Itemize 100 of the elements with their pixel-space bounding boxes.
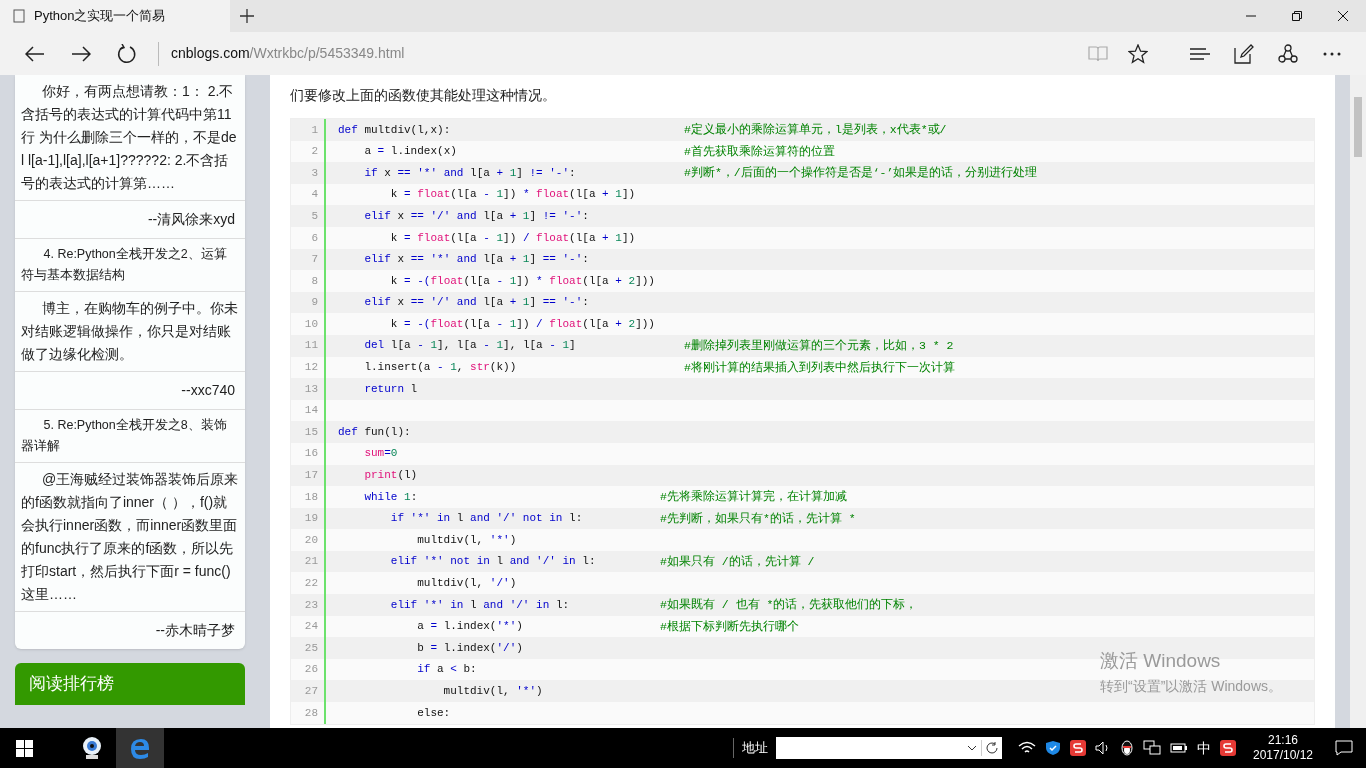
comment-text: 你好，有两点想请教：1： 2.不含括号的表达式的计算代码中第11行 为什么删除三个一样的，不是del l[a-1],l[a],l[a+1]?????2: 2.不含括号的表达式的计算第……	[20, 82, 238, 193]
code-line: print(l)	[363, 468, 419, 484]
code-line: k = -(float(l[a - 1]) / float(l[a + 2]))	[389, 316, 656, 332]
s-logo-icon[interactable]	[1220, 740, 1236, 756]
speaker-icon[interactable]	[1095, 741, 1111, 755]
comment-post-title[interactable]: 5. Re:Python全栈开发之8、装饰器详解	[15, 415, 245, 457]
line-number: 13	[303, 381, 319, 397]
code-comment: #删除掉列表里刚做运算的三个元素，比如，3 * 2	[684, 338, 954, 355]
line-number: 24	[303, 619, 319, 635]
forward-icon[interactable]	[71, 45, 91, 62]
new-tab-icon[interactable]	[240, 9, 254, 23]
activation-text: 转到“设置”以激活 Windows。	[1100, 676, 1282, 696]
line-number: 11	[303, 338, 319, 354]
line-number: 1	[310, 122, 319, 138]
refresh-icon[interactable]	[117, 43, 137, 64]
code-line: elif x == '/' and l[a + 1] == '-':	[363, 295, 590, 311]
code-comment: #根据下标判断先执行哪个	[660, 618, 799, 635]
line-number: 9	[310, 295, 319, 311]
article-paragraph: 们要修改上面的函数使其能处理这种情况。	[290, 87, 557, 106]
close-icon[interactable]	[1338, 11, 1348, 21]
address-bar[interactable]: cnblogs.com/Wxtrkbc/p/5453349.html	[171, 43, 1078, 64]
code-comment: #先将乘除运算计算完，在计算加减	[660, 489, 847, 506]
tab-title: Python之实现一个简易	[34, 7, 167, 26]
line-number: 25	[303, 640, 319, 656]
penguin-icon[interactable]	[1120, 740, 1134, 756]
code-line: multdiv(l, '/')	[416, 576, 518, 591]
line-number: 4	[310, 187, 319, 203]
comment-text: @王海贼经过装饰器装饰后原来的f函数就指向了inner（ ），f()就会执行inner函数，而inner函数里面的func执行了原来的f函数，所以先打印start，然后执行下面r = func() 这里……	[20, 470, 240, 604]
comment-author: --赤木晴子梦	[154, 621, 236, 640]
code-line: multdiv(l, '*')	[442, 684, 544, 699]
scrollbar-thumb[interactable]	[1354, 97, 1362, 157]
code-line: a = l.index('*')	[416, 619, 524, 635]
hub-icon[interactable]	[1190, 45, 1210, 62]
section-title: 阅读排行榜	[29, 673, 114, 696]
comment-text: 博主，在购物车的例子中。你未对结账逻辑做操作，你只是对结账做了边缘化检测。	[20, 299, 239, 364]
code-line: k = float(l[a - 1]) * float(l[a + 1])	[389, 187, 637, 203]
network-icon[interactable]	[1143, 740, 1161, 756]
input-method-indicator[interactable]: 中	[1197, 737, 1211, 759]
code-line: if x == '*' and l[a + 1] != '-':	[363, 165, 577, 181]
restore-icon[interactable]	[1292, 11, 1302, 21]
code-line: else:	[416, 705, 452, 721]
clock[interactable]: 21:16 2017/10/12	[1244, 733, 1322, 763]
line-number: 5	[310, 208, 319, 224]
code-line: multdiv(l, '*')	[416, 532, 518, 548]
address-field[interactable]	[776, 737, 1002, 759]
line-number: 23	[303, 597, 319, 613]
code-line: elif x == '/' and l[a + 1] != '-':	[363, 208, 590, 224]
code-line: def multdiv(l,x):	[338, 122, 452, 138]
code-line: if '*' in l and '/' not in l:	[389, 511, 584, 527]
s-logo-icon[interactable]	[1070, 740, 1086, 756]
activation-title: 激活 Windows	[1100, 649, 1222, 673]
line-number: 17	[303, 468, 319, 484]
code-comment: #先判断，如果只有*的话，先计算 *	[660, 510, 856, 527]
code-line: a = l.index(x)	[363, 144, 458, 160]
line-number: 14	[303, 403, 319, 419]
line-number: 3	[310, 165, 319, 181]
line-number: 18	[303, 489, 319, 505]
code-line: elif x == '*' and l[a + 1] == '-':	[363, 252, 590, 268]
line-number: 20	[303, 532, 319, 548]
comment-author: --xxc740	[180, 381, 236, 400]
code-comment: #如果既有 / 也有 *的话，先获取他们的下标，	[660, 597, 918, 614]
line-number: 8	[310, 273, 319, 289]
share-icon[interactable]	[1278, 43, 1298, 64]
shield-icon[interactable]	[1045, 740, 1061, 756]
line-number: 22	[303, 576, 319, 591]
code-comment: #将刚计算的结果插入到列表中然后执行下一次计算	[684, 359, 955, 376]
browser-e-icon	[129, 737, 151, 759]
star-icon[interactable]	[1128, 43, 1148, 64]
line-number: 12	[303, 360, 319, 376]
line-number: 28	[303, 705, 319, 721]
more-icon[interactable]	[1323, 51, 1341, 56]
code-line: b = l.index('/')	[416, 640, 524, 656]
comment-post-title[interactable]: 4. Re:Python全栈开发之2、运算符与基本数据结构	[15, 244, 245, 286]
code-line: l.insert(a - 1, str(k))	[363, 360, 518, 376]
notification-icon[interactable]	[1335, 740, 1353, 756]
pen-note-icon[interactable]	[1234, 43, 1254, 64]
scrollbar[interactable]	[1350, 75, 1366, 728]
back-icon[interactable]	[25, 45, 45, 62]
address-label: 地址	[742, 739, 768, 758]
refresh-icon[interactable]	[986, 742, 998, 754]
line-number: 10	[303, 316, 319, 332]
code-comment: #首先获取乘除运算符的位置	[684, 143, 835, 160]
code-line: elif '*' not in l and '/' in l:	[389, 554, 597, 570]
code-line: def fun(l):	[338, 424, 412, 440]
code-line: del l[a - 1], l[a - 1], l[a - 1]	[363, 338, 577, 354]
line-number: 26	[303, 662, 319, 678]
line-number: 7	[310, 252, 319, 268]
code-line: k = float(l[a - 1]) / float(l[a + 1])	[389, 230, 637, 246]
wifi-icon[interactable]	[1018, 741, 1036, 755]
browser-tab[interactable]: Python之实现一个简易	[0, 0, 230, 32]
line-number: 2	[310, 144, 319, 160]
webcam-icon	[80, 736, 104, 760]
dropdown-icon[interactable]	[967, 745, 977, 751]
code-comment: #定义最小的乘除运算单元，l是列表，x代表*或/	[684, 122, 947, 139]
line-number: 19	[303, 511, 319, 527]
start-icon[interactable]	[15, 739, 33, 757]
code-line: sum=0	[363, 446, 399, 462]
battery-icon[interactable]	[1170, 742, 1188, 754]
page-icon	[12, 9, 26, 23]
code-comment: #判断*，/后面的一个操作符是否是‘-’如果是的话，分别进行处理	[684, 165, 1038, 182]
